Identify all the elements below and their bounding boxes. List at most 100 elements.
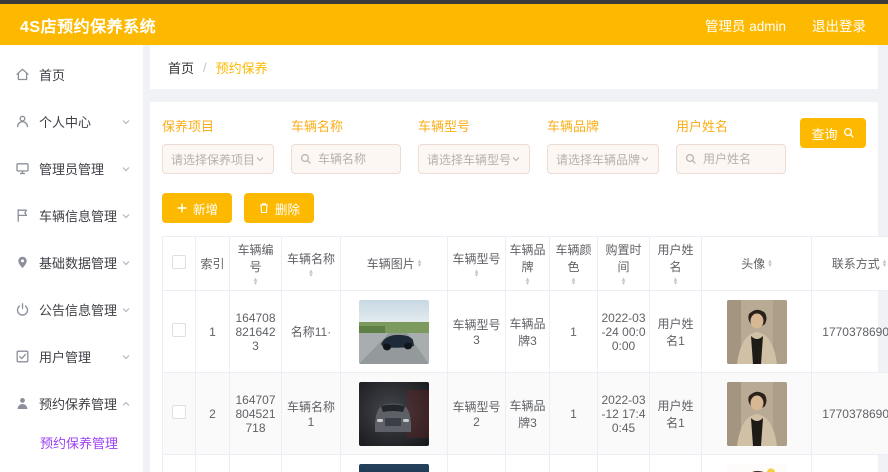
filter-bar: 保养项目 请选择保养项目 车辆名称 车辆型号 请 — [162, 116, 866, 174]
sidebar-item-label: 公告信息管理 — [39, 303, 118, 318]
sidebar-item-home[interactable]: 首页 — [0, 51, 143, 98]
sidebar-item-label: 个人中心 — [39, 115, 92, 130]
select-placeholder: 请选择车辆品牌 — [556, 152, 641, 167]
plus-icon — [177, 203, 187, 213]
sort-icon[interactable]: ▴ ▾ — [526, 276, 530, 287]
sort-icon[interactable]: ▴ ▾ — [475, 268, 479, 279]
table-header-row: 索引 车辆编号 ▴ ▾ 车辆名称 ▴ ▾ 车辆图片 ▴ ▾ 车辆型号 ▴ ▾ 车辆品牌 ▴ ▾ 车辆… — [162, 236, 888, 291]
sidebar-item-vehicle-info-management[interactable]: 车辆信息管理 — [0, 192, 143, 239]
chevron-down-icon — [122, 307, 130, 312]
sidebar-item-user-management[interactable]: 用户管理 — [0, 333, 143, 380]
col-header-vehicle-name: 车辆名称 — [286, 251, 335, 266]
sidebar-item-label: 预约保养管理 — [39, 397, 118, 412]
sidebar-item-label: 基础数据管理 — [39, 256, 118, 271]
col-header-phone: 联系方式 — [831, 257, 880, 271]
col-header-purchase-time: 购置时间 — [605, 243, 642, 274]
cell-model: 车辆型号1 — [447, 454, 506, 472]
select-all-checkbox[interactable] — [172, 255, 186, 269]
search-button[interactable]: 查询 — [800, 118, 866, 148]
user-name-input[interactable] — [703, 152, 777, 166]
chevron-down-icon — [512, 157, 520, 162]
sidebar-item-admin-management[interactable]: 管理员管理 — [0, 145, 143, 192]
sidebar-item-label: 管理员管理 — [39, 162, 105, 177]
sidebar-item-maintenance-booking-management[interactable]: 预约保养管理 — [0, 380, 143, 427]
table-row: 1 1647088216423 名称11· 车辆型号3 车辆品牌3 1 2022… — [162, 290, 888, 373]
col-header-user-name: 用户姓名 — [657, 243, 694, 274]
breadcrumb-home[interactable]: 首页 — [168, 58, 194, 77]
cell-vehicle-no: 164707804521718 — [229, 372, 282, 455]
sort-icon[interactable]: ▴ ▾ — [883, 258, 887, 269]
col-header-index: 索引 — [200, 257, 225, 271]
cell-vehicle-no: 1647088216423 — [229, 290, 282, 373]
car-photo-sports-road — [359, 299, 429, 364]
cell-vehicle-no: 16470780452179 — [229, 454, 282, 472]
chevron-down-icon — [122, 354, 130, 359]
col-header-model: 车辆型号 — [452, 251, 501, 266]
col-header-color: 车辆颜色 — [555, 243, 592, 274]
chevron-down-icon — [122, 119, 130, 124]
vehicle-brand-select[interactable]: 请选择车辆品牌 — [547, 144, 660, 174]
breadcrumb-current: 预约保养 — [215, 60, 268, 76]
cell-user-name: 用户姓名2 — [649, 454, 702, 472]
sort-icon[interactable]: ▴ ▾ — [572, 276, 576, 287]
edit-square-icon — [16, 350, 29, 363]
sidebar-subitem-maintenance-booking[interactable]: 预约保养管理 — [0, 427, 143, 466]
user-icon — [16, 115, 29, 128]
cell-purchase-time: 2022-03-24 00:00:00 — [597, 290, 650, 373]
row-checkbox[interactable] — [172, 323, 186, 337]
cell-brand: 车辆品牌3 — [505, 454, 550, 472]
sidebar-item-label: 车辆信息管理 — [39, 209, 118, 224]
location-pin-icon — [18, 256, 27, 268]
row-checkbox[interactable] — [172, 405, 186, 419]
filter-label-maintain-item: 保养项目 — [162, 119, 215, 134]
filter-label-vehicle-model: 车辆型号 — [417, 119, 470, 134]
cell-user-name: 用户姓名1 — [649, 372, 702, 455]
maintain-item-select[interactable]: 请选择保养项目 — [162, 144, 275, 174]
filter-label-user-name: 用户姓名 — [676, 119, 729, 134]
search-icon — [686, 153, 696, 164]
car-photo-suv-dark — [359, 381, 429, 446]
breadcrumb: 首页 / 预约保养 — [150, 45, 878, 89]
add-button[interactable]: 新增 — [162, 193, 233, 223]
sidebar-item-personal-center[interactable]: 个人中心 — [0, 98, 143, 145]
filter-label-vehicle-brand: 车辆品牌 — [547, 119, 600, 134]
sidebar-item-label: 用户管理 — [39, 350, 92, 365]
sort-icon[interactable]: ▴ ▾ — [309, 268, 313, 279]
chevron-down-icon — [641, 157, 649, 162]
delete-button[interactable]: 删除 — [244, 193, 315, 223]
filter-label-vehicle-name: 车辆名称 — [291, 119, 344, 134]
cell-color: 4 — [549, 454, 598, 472]
sort-icon[interactable]: ▴ ▾ — [418, 258, 422, 269]
person-icon — [17, 398, 28, 409]
search-icon — [843, 127, 854, 138]
sort-icon[interactable]: ▴ ▾ — [768, 258, 772, 269]
sidebar-item-notice-info-management[interactable]: 公告信息管理 — [0, 286, 143, 333]
sidebar-item-label: 首页 — [39, 68, 66, 83]
chevron-down-icon — [122, 213, 130, 218]
cell-purchase-time: 2022-03-12 17:40:45 — [597, 372, 650, 455]
breadcrumb-separator: / — [203, 59, 207, 75]
logout-link[interactable]: 退出登录 — [812, 15, 866, 35]
sidebar-item-base-data-management[interactable]: 基础数据管理 — [0, 239, 143, 286]
app-title: 4S店预约保养系统 — [20, 18, 157, 36]
sort-icon[interactable]: ▴ ▾ — [674, 276, 678, 287]
vehicle-model-select[interactable]: 请选择车辆型号 — [417, 144, 530, 174]
trash-icon — [260, 203, 269, 214]
chevron-down-icon — [122, 166, 130, 171]
cell-vehicle-name: 车辆名称4 — [281, 454, 341, 472]
table-row: 2 164707804521718 车辆名称1 车辆型号2 车辆品牌3 1 20… — [162, 372, 888, 455]
flag-icon — [17, 209, 28, 222]
booking-list-card: 保养项目 请选择保养项目 车辆名称 车辆型号 请 — [150, 102, 888, 472]
sort-icon[interactable]: ▴ ▾ — [622, 276, 626, 287]
vehicle-name-input[interactable] — [318, 152, 392, 166]
current-user-label: 管理员 admin — [704, 18, 786, 34]
booking-table: 索引 车辆编号 ▴ ▾ 车辆名称 ▴ ▾ 车辆图片 ▴ ▾ 车辆型号 ▴ ▾ 车辆品牌 ▴ ▾ 车辆… — [162, 236, 888, 472]
col-header-vehicle-no: 车辆编号 — [237, 243, 274, 274]
cell-phone: 17703786901 — [811, 372, 888, 455]
cell-color: 1 — [549, 290, 598, 373]
cell-model: 车辆型号2 — [447, 372, 506, 455]
sort-icon[interactable]: ▴ ▾ — [254, 276, 258, 287]
col-header-avatar: 头像 — [741, 257, 766, 271]
cell-index: 2 — [195, 372, 230, 455]
cell-index: 3 — [195, 454, 230, 472]
